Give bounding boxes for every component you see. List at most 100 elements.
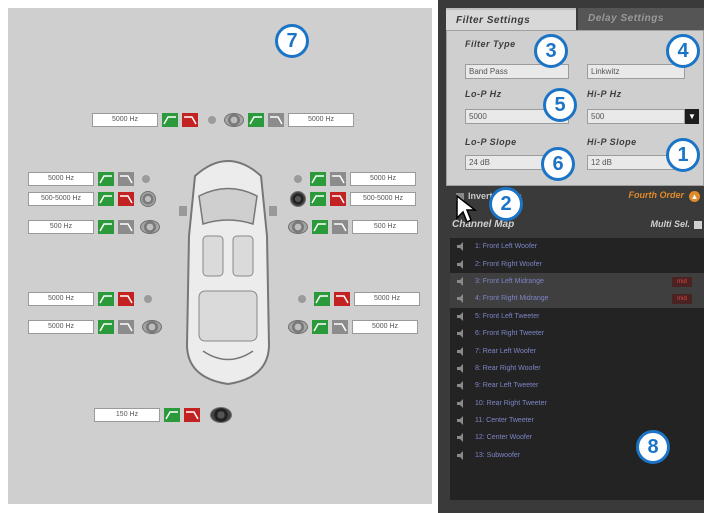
channel-label: 6: Front Right Tweeter [475,330,545,338]
highpass-filter-icon[interactable] [310,172,326,186]
rear-left-woofer-row: 5000 Hz [28,320,162,334]
front-right-woofer-hz-field[interactable]: 500 Hz [352,220,418,234]
channel-list-item[interactable]: 6: Front Right Tweeter [450,325,704,342]
tweeter-icon[interactable] [208,116,216,124]
speaker-icon[interactable] [140,220,160,234]
front-left-midrange-row: 500-5000 Hz [28,191,156,207]
lowpass-filter-icon[interactable] [332,320,348,334]
speaker-icon [456,241,467,252]
highpass-filter-icon[interactable] [98,292,114,306]
channel-label: 2: Front Right Woofer [475,260,542,268]
rear-right-tweeter-row: 5000 Hz [298,292,420,306]
mouse-cursor-icon [456,194,477,224]
tweeter-icon[interactable] [294,175,302,183]
fourth-order-button[interactable]: Fourth Order [629,190,685,200]
rear-left-woofer-hz-field[interactable]: 5000 Hz [28,320,94,334]
lowpass-filter-icon[interactable] [118,172,134,186]
lowpass-filter-icon[interactable] [118,292,134,306]
front-left-midrange-hz-field[interactable]: 500-5000 Hz [28,192,94,206]
channel-list-item[interactable]: 1: Front Left Woofer [450,238,704,255]
subwoofer-row: 150 Hz [94,407,232,423]
lop-hz-label: Lo-P Hz [465,89,502,99]
rear-right-tweeter-hz-field[interactable]: 5000 Hz [354,292,420,306]
speaker-icon [456,398,467,409]
channel-label: 8: Rear Right Woofer [475,364,541,372]
front-right-midrange-hz-field[interactable]: 500-5000 Hz [350,192,416,206]
highpass-filter-icon[interactable] [248,113,264,127]
lowpass-filter-icon[interactable] [330,192,346,206]
center-right-hz-field[interactable]: 5000 Hz [288,113,354,127]
channel-map-header: Channel Map Multi Sel. [446,214,704,236]
lowpass-filter-icon[interactable] [332,220,348,234]
lowpass-filter-icon[interactable] [330,172,346,186]
highpass-filter-icon[interactable] [312,220,328,234]
speaker-icon[interactable] [224,113,244,127]
subwoofer-icon[interactable] [210,407,232,423]
channel-list-item[interactable]: 5: Front Left Tweeter [450,308,704,325]
rear-left-tweeter-hz-field[interactable]: 5000 Hz [28,292,94,306]
channel-list-item[interactable]: 2: Front Right Woofer [450,255,704,272]
tweeter-icon[interactable] [142,175,150,183]
lowpass-filter-icon[interactable] [118,192,134,206]
channel-list-item[interactable]: 4: Front Right Midrange mid [450,290,704,308]
arrow-up-icon[interactable]: ▲ [689,191,700,202]
phase-row: Invert Phase Fourth Order ▲ [446,188,704,208]
tab-delay-settings[interactable]: Delay Settings [578,8,704,30]
filter-type-label: Filter Type [465,39,516,49]
speaker-icon[interactable] [290,191,306,207]
channel-label: 10: Rear Right Tweeter [475,399,547,407]
chevron-down-icon[interactable]: ▼ [685,109,699,124]
hip-slope-label: Hi-P Slope [587,137,637,147]
callout-3: 3 [534,34,568,68]
rear-right-woofer-row: 5000 Hz [288,320,418,334]
hip-hz-label: Hi-P Hz [587,89,622,99]
highpass-filter-icon[interactable] [162,113,178,127]
channel-label: 11: Center Tweeter [475,417,534,425]
highpass-filter-icon[interactable] [98,172,114,186]
multi-select-label: Multi Sel. [650,219,690,229]
tab-filter-settings[interactable]: Filter Settings [446,8,576,30]
hip-hz-input[interactable]: 500 [587,109,685,124]
lowpass-filter-icon[interactable] [268,113,284,127]
filter-alignment-select[interactable]: Linkwitz [587,64,685,79]
channel-list-item[interactable]: 7: Rear Left Woofer [450,342,704,359]
lowpass-filter-icon[interactable] [118,320,134,334]
highpass-filter-icon[interactable] [164,408,180,422]
app-window: 5000 Hz 5000 Hz 5000 Hz 500-5000 Hz 500 … [0,0,704,513]
lowpass-filter-icon[interactable] [334,292,350,306]
speaker-icon [456,311,467,322]
channel-list-item[interactable]: 8: Rear Right Woofer [450,360,704,377]
rear-right-woofer-hz-field[interactable]: 5000 Hz [352,320,418,334]
tweeter-icon[interactable] [298,295,306,303]
front-right-tweeter-hz-field[interactable]: 5000 Hz [350,172,416,186]
tweeter-icon[interactable] [144,295,152,303]
channel-list-item[interactable]: 3: Front Left Midrange mid [450,272,704,291]
highpass-filter-icon[interactable] [98,320,114,334]
speaker-icon [456,259,467,270]
speaker-icon [456,293,467,304]
subwoofer-hz-field[interactable]: 150 Hz [94,408,160,422]
lowpass-filter-icon[interactable] [118,220,134,234]
highpass-filter-icon[interactable] [98,192,114,206]
callout-8: 8 [636,430,670,464]
lowpass-filter-icon[interactable] [184,408,200,422]
speaker-icon[interactable] [140,191,156,207]
channel-tag: mid [672,294,692,305]
lowpass-filter-icon[interactable] [182,113,198,127]
center-left-hz-field[interactable]: 5000 Hz [92,113,158,127]
speaker-icon[interactable] [288,320,308,334]
highpass-filter-icon[interactable] [312,320,328,334]
front-left-tweeter-hz-field[interactable]: 5000 Hz [28,172,94,186]
highpass-filter-icon[interactable] [98,220,114,234]
callout-6: 6 [541,147,575,181]
speaker-icon[interactable] [142,320,162,334]
channel-list-item[interactable]: 9: Rear Left Tweeter [450,377,704,394]
highpass-filter-icon[interactable] [310,192,326,206]
front-left-woofer-hz-field[interactable]: 500 Hz [28,220,94,234]
highpass-filter-icon[interactable] [314,292,330,306]
channel-list-item[interactable]: 10: Rear Right Tweeter [450,395,704,412]
speaker-icon[interactable] [288,220,308,234]
lop-slope-label: Lo-P Slope [465,137,517,147]
multi-select-checkbox[interactable] [694,221,702,229]
channel-list-item[interactable]: 11: Center Tweeter [450,412,704,429]
